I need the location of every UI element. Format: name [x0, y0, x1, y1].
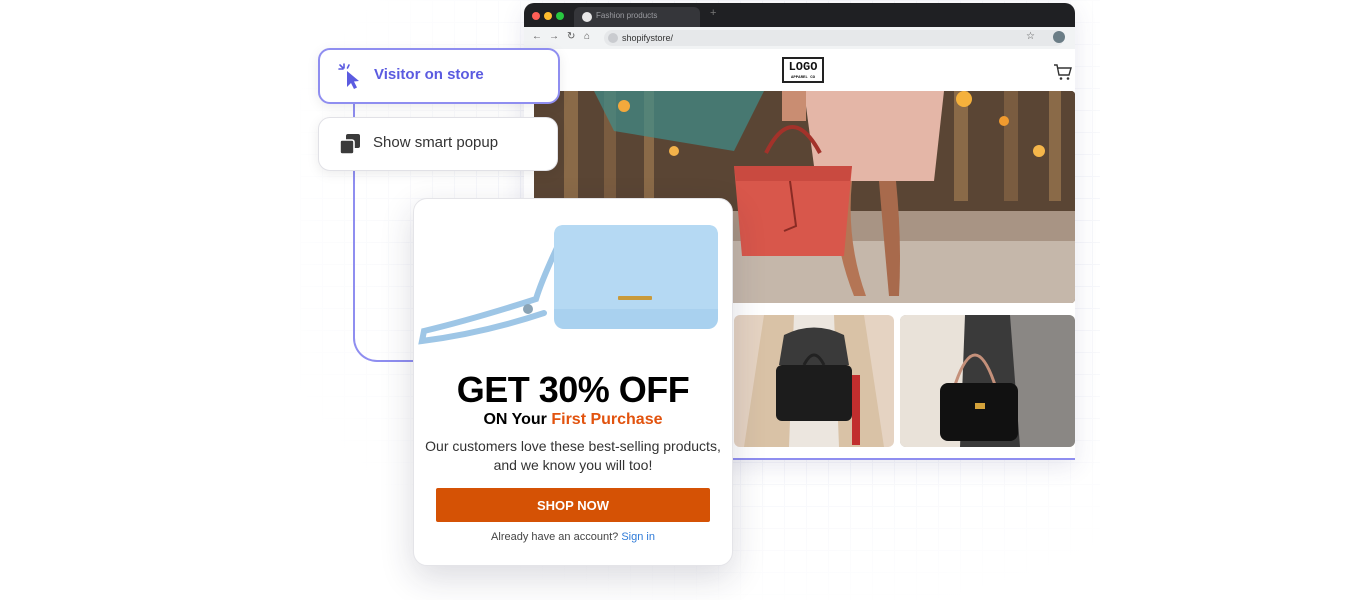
logo-subtext: APPAREL CO	[790, 76, 815, 80]
home-button[interactable]: ⌂	[584, 31, 590, 42]
shop-now-button[interactable]: SHOP NOW	[436, 488, 710, 522]
store-logo[interactable]: LOGO APPAREL CO	[782, 57, 824, 83]
popup-subheadline-prefix: ON Your	[483, 411, 552, 428]
popup-body-line-1: Our customers love these best-selling pr…	[425, 438, 721, 454]
account-prompt: Already have an account?	[491, 531, 619, 543]
reload-button[interactable]: ↻	[567, 31, 575, 42]
product-thumbnail-1-image	[734, 315, 894, 447]
step-visitor-on-store[interactable]: Visitor on store	[318, 48, 560, 104]
popup-subheadline-accent: First Purchase	[551, 411, 663, 428]
popup-windows-icon	[339, 134, 360, 155]
popup-product-image	[418, 225, 718, 345]
maximize-window-icon[interactable]	[556, 12, 564, 20]
address-bar-row: ← → ↻ ⌂ shopifystore/ ☆	[524, 27, 1075, 50]
url-text: shopifystore/	[622, 33, 674, 43]
step-popup-label: Show smart popup	[373, 134, 499, 151]
store-header: LOGO APPAREL CO	[524, 49, 1075, 89]
browser-tab[interactable]: Fashion products	[574, 7, 700, 27]
browser-titlebar: Fashion products +	[524, 3, 1075, 27]
step-show-smart-popup[interactable]: Show smart popup	[318, 117, 558, 171]
popup-body-line-2: and we know you will too!	[493, 457, 653, 473]
popup-subheadline: ON Your First Purchase	[414, 411, 732, 429]
product-thumbnail-1[interactable]	[734, 315, 894, 447]
step-visitor-label: Visitor on store	[374, 66, 484, 83]
forward-button[interactable]: →	[549, 31, 559, 42]
star-icon[interactable]: ☆	[1026, 31, 1035, 42]
cursor-click-icon	[338, 63, 359, 89]
url-input[interactable]: shopifystore/	[604, 30, 1064, 46]
back-button[interactable]: ←	[532, 31, 542, 42]
tab-favicon-icon	[582, 12, 592, 22]
product-thumbnail-2[interactable]	[900, 315, 1075, 447]
signin-link[interactable]: Sign in	[621, 531, 655, 543]
cart-icon[interactable]	[1053, 63, 1073, 81]
product-thumbnail-2-image	[900, 315, 1075, 447]
popup-headline: GET 30% OFF	[456, 369, 690, 410]
logo-text: LOGO	[788, 60, 818, 74]
new-tab-button[interactable]: +	[710, 7, 716, 19]
signin-row: Already have an account? Sign in	[414, 531, 732, 543]
minimize-window-icon[interactable]	[544, 12, 552, 20]
close-window-icon[interactable]	[532, 12, 540, 20]
discount-popup: GET 30% OFF ON Your First Purchase Our c…	[413, 198, 733, 566]
profile-avatar[interactable]	[1053, 31, 1065, 43]
popup-body-text: Our customers love these best-selling pr…	[424, 437, 722, 475]
lock-icon	[608, 33, 618, 43]
tab-title: Fashion products	[596, 11, 658, 20]
